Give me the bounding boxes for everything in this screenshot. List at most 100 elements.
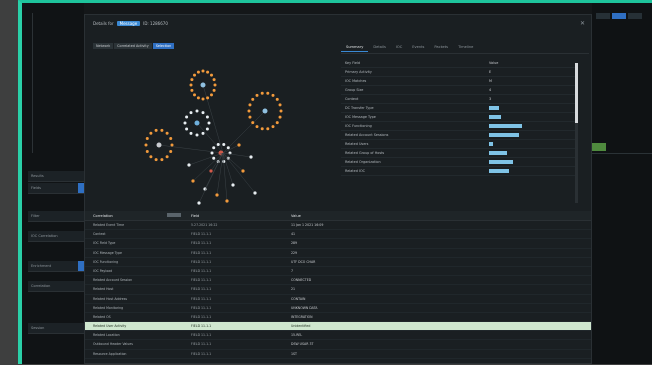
property-row[interactable]: IOC Message Type — [341, 113, 575, 122]
graph-node[interactable] — [160, 128, 164, 132]
table-row[interactable]: Related Location FIELD 11.1.1 15-REL — [85, 331, 591, 341]
graph-node[interactable] — [237, 143, 241, 147]
graph-node[interactable] — [185, 127, 189, 131]
sidebar-item[interactable]: Filter — [28, 211, 84, 222]
graph-node[interactable] — [212, 78, 216, 82]
sidebar-item[interactable]: Enrichment — [28, 261, 84, 272]
graph-node[interactable] — [215, 193, 219, 197]
tab-details[interactable]: Details — [368, 43, 390, 51]
graph-node[interactable] — [213, 83, 217, 87]
graph-node[interactable] — [205, 127, 209, 131]
graph-node[interactable] — [190, 78, 194, 82]
graph-node[interactable] — [248, 115, 252, 119]
graph-node[interactable] — [216, 142, 220, 146]
graph-node[interactable] — [255, 93, 259, 97]
graph-node[interactable] — [170, 143, 174, 147]
graph-node[interactable] — [165, 155, 169, 159]
graph-node[interactable] — [195, 133, 199, 137]
table-row[interactable]: IOC Message Type FIELD 11.1.1 229 — [85, 249, 591, 258]
table-row[interactable]: Related Event Time 5.27.2021 16:22 11 Jan … — [85, 221, 591, 231]
table-row[interactable]: IOC Payload FIELD 11.1.1 7 — [85, 267, 591, 277]
network-graph-canvas[interactable] — [93, 53, 335, 213]
table-row[interactable]: IOC Functioning FIELD 11.1.1 UTF DCO CHAR — [85, 258, 591, 267]
sidebar-item[interactable]: Correlation — [28, 281, 84, 292]
graph-node[interactable] — [222, 142, 226, 146]
graph-node[interactable] — [189, 131, 193, 135]
property-row[interactable]: DC Transfer Type — [341, 104, 575, 113]
graph-node[interactable] — [260, 91, 264, 95]
breadcrumb-item[interactable]: Network — [93, 43, 114, 49]
graph-node[interactable] — [144, 143, 148, 147]
graph-node[interactable] — [275, 97, 279, 101]
graph-node[interactable] — [145, 150, 149, 154]
graph-node[interactable] — [183, 121, 187, 125]
graph-node[interactable] — [271, 125, 275, 129]
background-tab-active[interactable] — [612, 13, 626, 19]
table-row-selected[interactable]: Related User Activity FIELD 11.1.1 Unident… — [85, 322, 591, 332]
graph-hub-node[interactable] — [200, 82, 206, 88]
graph-node[interactable] — [196, 70, 200, 74]
graph-node[interactable] — [193, 73, 197, 77]
table-row[interactable]: Related Monitoring FIELD 11.1.1 UNKNOWN DA… — [85, 304, 591, 313]
graph-node[interactable] — [201, 131, 205, 135]
graph-node[interactable] — [191, 179, 195, 183]
graph-node[interactable] — [266, 127, 270, 131]
graph-node[interactable] — [249, 155, 253, 159]
graph-node[interactable] — [271, 93, 275, 97]
property-row[interactable]: Group Size 4 — [341, 86, 575, 95]
sort-badge[interactable] — [167, 213, 181, 217]
property-row[interactable]: Related Account Sessions — [341, 131, 575, 140]
graph-node[interactable] — [207, 121, 211, 125]
properties-scrollbar[interactable] — [575, 63, 578, 203]
graph-node[interactable] — [149, 131, 153, 135]
property-row[interactable]: IOC Matches M — [341, 77, 575, 86]
graph-node[interactable] — [260, 127, 264, 131]
breadcrumb-item[interactable]: Correlated Activity — [114, 43, 152, 49]
graph-node[interactable] — [165, 131, 169, 135]
graph-node[interactable] — [251, 97, 255, 101]
network-graph[interactable] — [93, 53, 335, 213]
graph-node[interactable] — [278, 103, 282, 107]
graph-node[interactable] — [209, 73, 213, 77]
breadcrumb-item-active[interactable]: Selection — [152, 43, 175, 49]
property-row[interactable]: Related Organization — [341, 158, 575, 167]
background-tab[interactable] — [596, 13, 610, 19]
graph-node[interactable] — [197, 201, 201, 205]
graph-node[interactable] — [205, 115, 209, 119]
graph-node[interactable] — [149, 155, 153, 159]
property-row[interactable]: IOC Functioning — [341, 122, 575, 131]
graph-node[interactable] — [154, 158, 158, 162]
graph-node[interactable] — [275, 121, 279, 125]
property-row[interactable]: Context 3 — [341, 95, 575, 104]
graph-node[interactable] — [169, 136, 173, 140]
graph-node[interactable] — [145, 136, 149, 140]
graph-hub-node[interactable] — [156, 142, 162, 148]
graph-node[interactable] — [185, 115, 189, 119]
graph-node[interactable] — [266, 91, 270, 95]
property-row[interactable]: Related Group of Hosts — [341, 149, 575, 158]
table-row[interactable]: Related Account Session FIELD 11.1.1 CONNE… — [85, 276, 591, 286]
graph-node[interactable] — [210, 151, 214, 155]
graph-node[interactable] — [231, 183, 235, 187]
graph-node[interactable] — [212, 156, 216, 160]
tab-packets[interactable]: Packets — [429, 43, 453, 51]
graph-node[interactable] — [206, 70, 210, 74]
tab-ioc[interactable]: IOC — [391, 43, 407, 51]
table-row[interactable]: Resource Application FIELD 11.1.1 1ST — [85, 350, 591, 359]
graph-node[interactable] — [225, 199, 229, 203]
graph-node[interactable] — [196, 96, 200, 100]
sidebar-item[interactable]: Session — [28, 323, 84, 334]
graph-node[interactable] — [251, 121, 255, 125]
graph-node[interactable] — [212, 146, 216, 150]
sidebar-item[interactable]: IOC Correlation — [28, 231, 84, 242]
sidebar-item[interactable]: Results — [28, 171, 84, 182]
table-row[interactable]: Related Host FIELD 11.1.1 21 — [85, 285, 591, 295]
graph-node[interactable] — [248, 103, 252, 107]
graph-node[interactable] — [201, 97, 205, 101]
table-row[interactable]: Outbound Header Values FIELD 11.1.1 DSW US… — [85, 340, 591, 350]
graph-node[interactable] — [189, 111, 193, 115]
graph-node[interactable] — [169, 150, 173, 154]
property-row[interactable]: Related Users — [341, 140, 575, 149]
table-row[interactable]: IOC Field Type FIELD 11.1.1 289 — [85, 239, 591, 249]
graph-hub-node[interactable] — [194, 120, 200, 126]
